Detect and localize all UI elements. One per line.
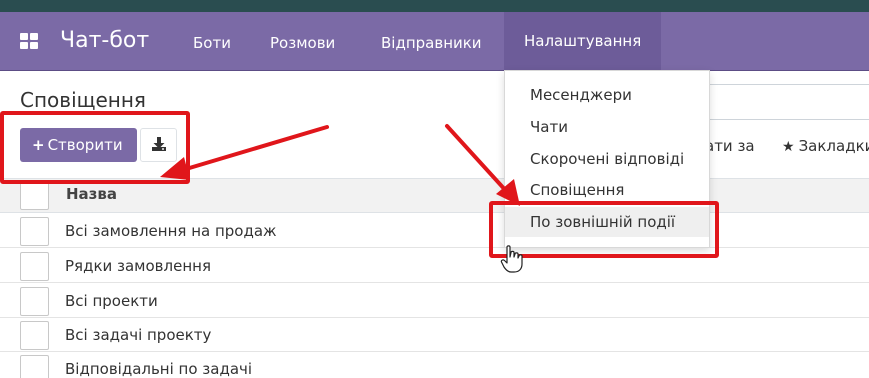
annotation-arrow-left xyxy=(174,125,329,174)
annotation-arrowhead-left xyxy=(160,157,190,180)
hand-cursor-icon xyxy=(500,245,523,273)
annotation-arrow-down xyxy=(445,124,510,195)
annotation-arrows xyxy=(160,124,520,206)
